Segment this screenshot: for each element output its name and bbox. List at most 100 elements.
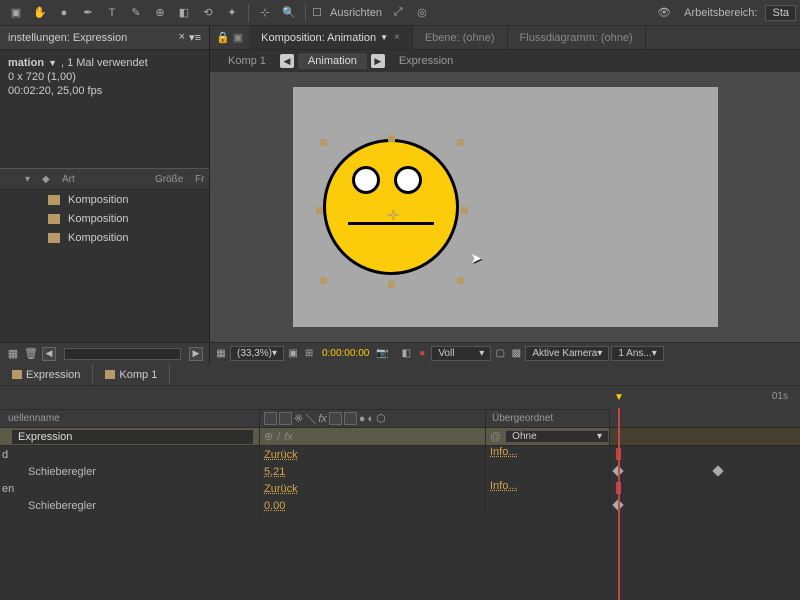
camera-dropdown[interactable]: Aktive Kamera ▾ [525,346,609,361]
transparency-icon[interactable]: ▩ [509,347,523,361]
pen-tool-icon[interactable]: ✒ [78,3,98,23]
brush-tool-icon[interactable]: ✎ [126,3,146,23]
info-link[interactable]: Info... [490,446,518,458]
playhead-icon[interactable]: ▼ [614,392,624,403]
value-link[interactable]: Zurück [264,449,298,461]
workspace-dropdown[interactable]: Sta [765,5,796,21]
sel-handle[interactable] [320,277,327,284]
bc-item[interactable]: Expression [389,53,463,69]
comp-info: mation ▼ , 1 Mal verwendet 0 x 720 (1,00… [0,50,209,104]
color-icon[interactable]: ● [415,347,429,361]
roi-icon[interactable]: ▢ [493,347,507,361]
zoom-dropdown[interactable]: (33,3%) ▾ [230,346,284,361]
prop-track[interactable] [610,446,800,463]
tab-composition[interactable]: Komposition: Animation ▼ × [249,26,413,49]
col-source[interactable]: uellenname [0,410,260,427]
snap-icon[interactable]: ⤢ [388,3,408,23]
project-item[interactable]: Komposition [0,209,209,228]
switch-icon[interactable] [279,412,292,425]
res-grid-icon[interactable]: ⊞ [302,347,316,361]
parent-dropdown[interactable]: Ohne▾ [505,430,609,443]
col-art[interactable]: Art [56,174,149,185]
bc-prev-icon[interactable]: ◀ [280,54,294,68]
pickwhip-icon[interactable]: @ [490,431,501,443]
bc-item[interactable]: Komp 1 [218,53,276,69]
target-icon[interactable]: ◎ [412,3,432,23]
sel-handle[interactable] [388,135,395,142]
project-item[interactable]: Komposition [0,190,209,209]
keyframe-icon[interactable] [712,465,723,476]
sel-handle[interactable] [316,207,323,214]
zoom-tool-icon[interactable]: ● [54,3,74,23]
anchor-icon[interactable]: ✛ [388,207,400,224]
tl-tab-komp[interactable]: Komp 1 [93,364,170,385]
channel-icon[interactable]: ◧ [399,347,413,361]
timecode[interactable]: 0:00:00:00 [318,346,373,361]
value-link[interactable]: 0,00 [264,500,285,512]
bin-icon[interactable]: ▦ [6,347,20,361]
delete-icon[interactable]: 🗑 [24,347,38,361]
tab-flowchart[interactable]: Flussdiagramm: (ohne) [508,26,646,49]
tab-dropdown-icon[interactable]: ▼ [380,33,388,42]
divider [305,4,306,22]
scroll-right-icon[interactable]: ▶ [189,347,203,361]
tl-tab-expression[interactable]: Expression [0,364,93,385]
project-item[interactable]: Komposition [0,228,209,247]
prop-track[interactable] [610,497,800,514]
col-parent[interactable]: Übergeordnet [486,410,610,427]
bc-item[interactable]: Animation [298,53,367,69]
canvas[interactable]: ✛ ➤ [210,72,800,342]
playhead-line[interactable] [618,408,620,600]
snapshot-icon[interactable]: 📷 [375,347,389,361]
axis-tool-icon[interactable]: ⊹ [255,3,275,23]
switch-icon[interactable] [329,412,342,425]
bc-next-icon[interactable]: ▶ [371,54,385,68]
panel-menu-icon[interactable]: ▾≡ [189,31,201,44]
prop-track[interactable] [610,480,800,497]
scroll-left-icon[interactable]: ◀ [42,347,56,361]
prop-label: Schieberegler [0,497,260,514]
layer-name-field[interactable]: Expression [12,430,253,444]
tab-layer[interactable]: Ebene: (ohne) [413,26,508,49]
hand-tool-icon[interactable]: ✋ [30,3,50,23]
roto-tool-icon[interactable]: ⟲ [198,3,218,23]
timeline-ruler[interactable]: ▼ 01s [610,386,800,410]
close-icon[interactable]: × [394,32,400,43]
switch-icon[interactable] [264,412,277,425]
layer-row[interactable]: Expression ⊕ / fx @ Ohne▾ [0,428,800,446]
clone-tool-icon[interactable]: ⊕ [150,3,170,23]
sort-arrow-icon[interactable]: ▾ [0,174,36,185]
sel-handle[interactable] [461,207,468,214]
sel-handle[interactable] [457,139,464,146]
tab-label: Expression [26,369,80,381]
value-link[interactable]: Zurück [264,483,298,495]
switch-icon[interactable]: ⊕ [264,430,273,443]
checkbox-icon[interactable]: ☐ [310,6,324,20]
value-link[interactable]: 5,21 [264,466,285,478]
res-half-icon[interactable]: ▣ [286,347,300,361]
search-icon[interactable]: 🔍 [279,3,299,23]
eraser-tool-icon[interactable]: ◧ [174,3,194,23]
prop-track[interactable] [610,463,800,480]
panel-close-icon[interactable]: × [179,31,185,44]
views-dropdown[interactable]: 1 Ans... ▾ [611,346,663,361]
workspace-icon[interactable]: 👁 [654,3,674,23]
sel-handle[interactable] [320,139,327,146]
sel-handle[interactable] [388,281,395,288]
text-tool-icon[interactable]: T [102,3,122,23]
col-size[interactable]: Größe [149,174,189,185]
grid-icon[interactable]: ▦ [214,347,228,361]
info-link[interactable]: Info... [490,480,518,492]
label-col-icon[interactable]: ◆ [36,174,56,185]
col-fr[interactable]: Fr [189,174,209,185]
switch-icon[interactable] [344,412,357,425]
dropdown-icon[interactable]: ▼ [48,56,57,70]
composition-viewport[interactable]: ✛ ➤ [293,87,718,327]
selection-tool-icon[interactable]: ▣ [6,3,26,23]
h-scrollbar[interactable] [64,348,181,360]
sel-handle[interactable] [457,277,464,284]
puppet-tool-icon[interactable]: ✦ [222,3,242,23]
lock-icon[interactable]: 🔒 [216,31,230,44]
layer-track[interactable] [610,428,800,445]
resolution-dropdown[interactable]: Voll ▾ [431,346,491,361]
